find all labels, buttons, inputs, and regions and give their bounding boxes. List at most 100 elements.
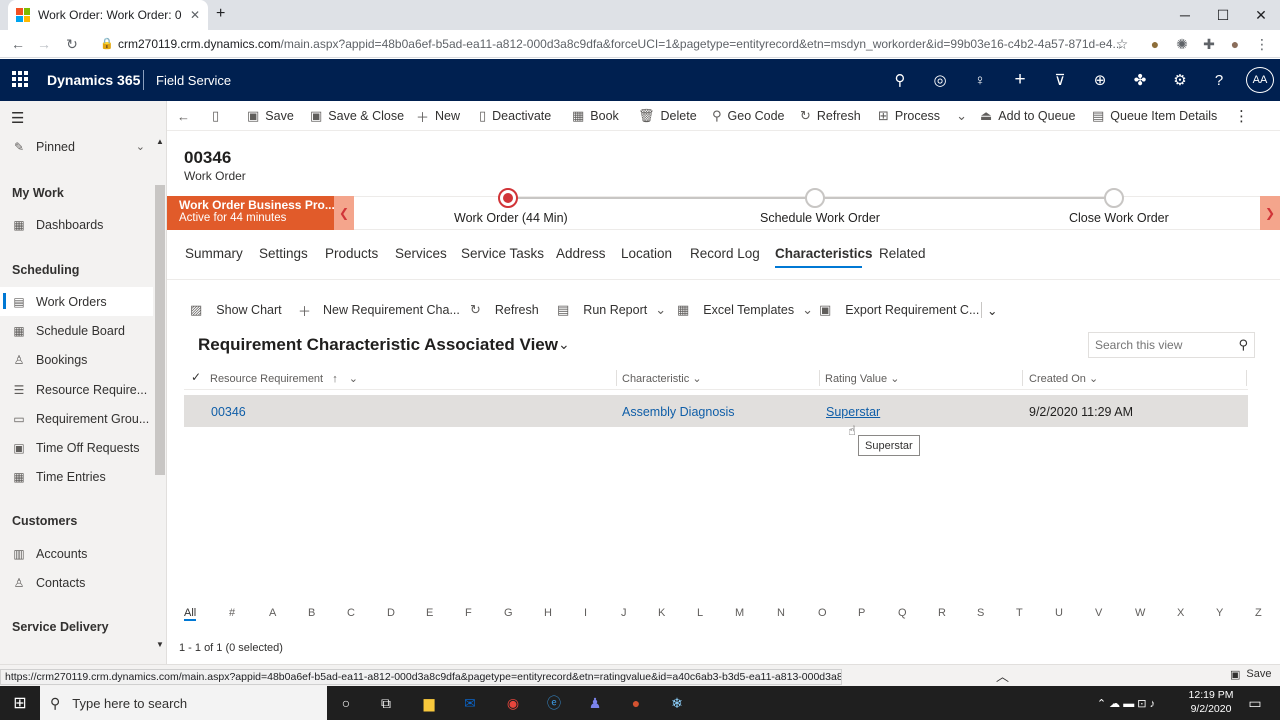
powerpoint-icon[interactable]: ● [625,692,647,714]
tab-summary[interactable]: Summary [185,246,243,261]
jump-v[interactable]: V [1095,607,1102,619]
deactivate-button[interactable]: ▯ Deactivate [479,105,551,127]
jump-p[interactable]: P [858,607,865,619]
jump-l[interactable]: L [697,607,703,619]
edge-icon[interactable]: ⓔ [543,692,565,714]
sidebar-item-schedule-board[interactable]: ▦ Schedule Board [0,316,153,345]
jump-r[interactable]: R [938,607,946,619]
cell-resource-requirement-link[interactable]: 00346 [211,405,246,419]
show-chart-button[interactable]: ▨ Show Chart [190,301,282,319]
search-icon[interactable]: ⚲ [889,69,911,91]
back-icon[interactable]: ← [6,32,30,56]
view-selector-title[interactable]: Requirement Characteristic Associated Vi… [198,335,558,355]
sidebar-item-work-orders[interactable]: ▤ Work Orders [0,287,153,316]
maximize-icon[interactable]: ☐ [1204,0,1242,30]
sidebar-item-time-off-requests[interactable]: ▣ Time Off Requests [0,433,153,462]
save-button[interactable]: ▣ Save [247,105,294,127]
tab-address[interactable]: Address [556,246,606,261]
jump-h[interactable]: H [544,607,552,619]
jump-c[interactable]: C [347,607,355,619]
stage-work-order-dot[interactable] [498,188,518,208]
forward-icon[interactable]: → [32,32,56,56]
scroll-up-icon[interactable]: ▲ [156,137,164,146]
new-requirement-characteristic-button[interactable]: ＋ New Requirement Cha... [298,301,460,319]
stage-schedule-dot[interactable] [805,188,825,208]
jump-x[interactable]: X [1177,607,1184,619]
run-report-button[interactable]: ▤ Run Report ⌄ [557,301,666,319]
jump-s[interactable]: S [977,607,984,619]
sidebar-item-bookings[interactable]: ♙ Bookings [0,345,153,374]
column-separator[interactable] [1246,370,1247,386]
view-selector-chevron-icon[interactable]: ⌄ [558,336,570,353]
jump-y[interactable]: Y [1216,607,1223,619]
cell-characteristic-link[interactable]: Assembly Diagnosis [622,405,735,419]
windows-start-icon[interactable]: ⊞ [9,692,31,714]
browser-menu-icon[interactable]: ⋮ [1250,32,1274,56]
sidebar-item-contacts[interactable]: ♙ Contacts [0,568,153,597]
search-icon[interactable]: ⚲ [1238,337,1248,353]
jump-u[interactable]: U [1055,607,1063,619]
jump-e[interactable]: E [426,607,433,619]
stage-work-order-label[interactable]: Work Order (44 Min) [454,211,568,225]
stage-schedule-label[interactable]: Schedule Work Order [760,211,880,225]
sidebar-item-accounts[interactable]: ▥ Accounts [0,539,153,568]
close-window-icon[interactable]: ✕ [1242,0,1280,30]
tab-location[interactable]: Location [621,246,672,261]
queue-item-details-button[interactable]: ▤ Queue Item Details [1092,105,1217,127]
save-close-button[interactable]: ▣ Save & Close [310,105,404,127]
taskbar-search-box[interactable]: ⚲ Type here to search [40,686,327,720]
jump-d[interactable]: D [387,607,395,619]
column-header-rating-value[interactable]: Rating Value ⌄ [825,372,899,385]
jump-k[interactable]: K [658,607,665,619]
sidebar-pinned[interactable]: ✎ Pinned ⌄ [0,132,153,161]
outlook-icon[interactable]: ✉ [459,692,481,714]
search-view-input[interactable] [1095,338,1225,352]
sidebar-item-dashboards[interactable]: ▦ Dashboards [0,210,153,239]
tab-services[interactable]: Services [395,246,447,261]
tab-products[interactable]: Products [325,246,378,261]
scroll-down-icon[interactable]: ▼ [156,640,164,649]
filter-icon[interactable]: ⊽ [1049,69,1071,91]
chrome-icon[interactable]: ◉ [502,692,524,714]
user-avatar[interactable]: AA [1246,67,1274,93]
jump-i[interactable]: I [584,607,587,619]
settings-gear-icon[interactable]: ⚙ [1169,69,1191,91]
tab-settings[interactable]: Settings [259,246,308,261]
stage-close-dot[interactable] [1104,188,1124,208]
teams-icon[interactable]: ♟ [584,692,606,714]
jump-a[interactable]: A [269,607,276,619]
jump-q[interactable]: Q [898,607,907,619]
notifications-icon[interactable]: ▭ [1244,692,1266,714]
delete-button[interactable]: 🗑 Delete [638,105,697,127]
stage-close-label[interactable]: Close Work Order [1069,211,1169,225]
extensions-puzzle-icon[interactable]: ✚ [1197,32,1221,56]
jump-w[interactable]: W [1135,607,1145,619]
jump-j[interactable]: J [621,607,627,619]
sidebar-item-requirement-groups[interactable]: ▭ Requirement Grou... [0,404,153,433]
system-tray-icons[interactable]: ⌃ ☁ ▬ ⊡ ♪ [1078,692,1174,714]
new-button[interactable]: ＋ New [416,105,460,127]
cortana-icon[interactable]: ○ [335,692,357,714]
jump-b[interactable]: B [308,607,315,619]
tab-service-tasks[interactable]: Service Tasks [461,246,544,261]
more-commands-icon[interactable]: ⋮ [1234,105,1249,127]
add-circle-icon[interactable]: ⊕ [1089,69,1111,91]
excel-templates-button[interactable]: ▦ Excel Templates ⌄ [677,301,813,319]
snowflake-app-icon[interactable]: ❄ [666,692,688,714]
column-separator[interactable] [819,370,820,386]
profile-picture-icon[interactable]: ● [1223,32,1247,56]
lightbulb-icon[interactable]: ♀ [969,69,991,91]
add-to-queue-button[interactable]: ⏏ Add to Queue [980,105,1075,127]
sidebar-scroll-thumb[interactable] [155,185,165,475]
jump-f[interactable]: F [465,607,472,619]
status-save-button[interactable]: ▣ Save [1230,668,1271,681]
tab-characteristics[interactable]: Characteristics [775,246,873,261]
puzzle-icon[interactable]: ✤ [1129,69,1151,91]
expand-chevron-up-icon[interactable]: ︿ [996,666,1009,685]
jump-g[interactable]: G [504,607,513,619]
more-subgrid-commands-chevron-icon[interactable]: ⌄ [987,301,997,319]
app-name[interactable]: Field Service [156,73,231,88]
address-bar[interactable]: crm270119.crm.dynamics.com/main.aspx?app… [118,33,1166,55]
jump-m[interactable]: M [735,607,744,619]
search-view-box[interactable]: ⚲ [1088,332,1255,358]
